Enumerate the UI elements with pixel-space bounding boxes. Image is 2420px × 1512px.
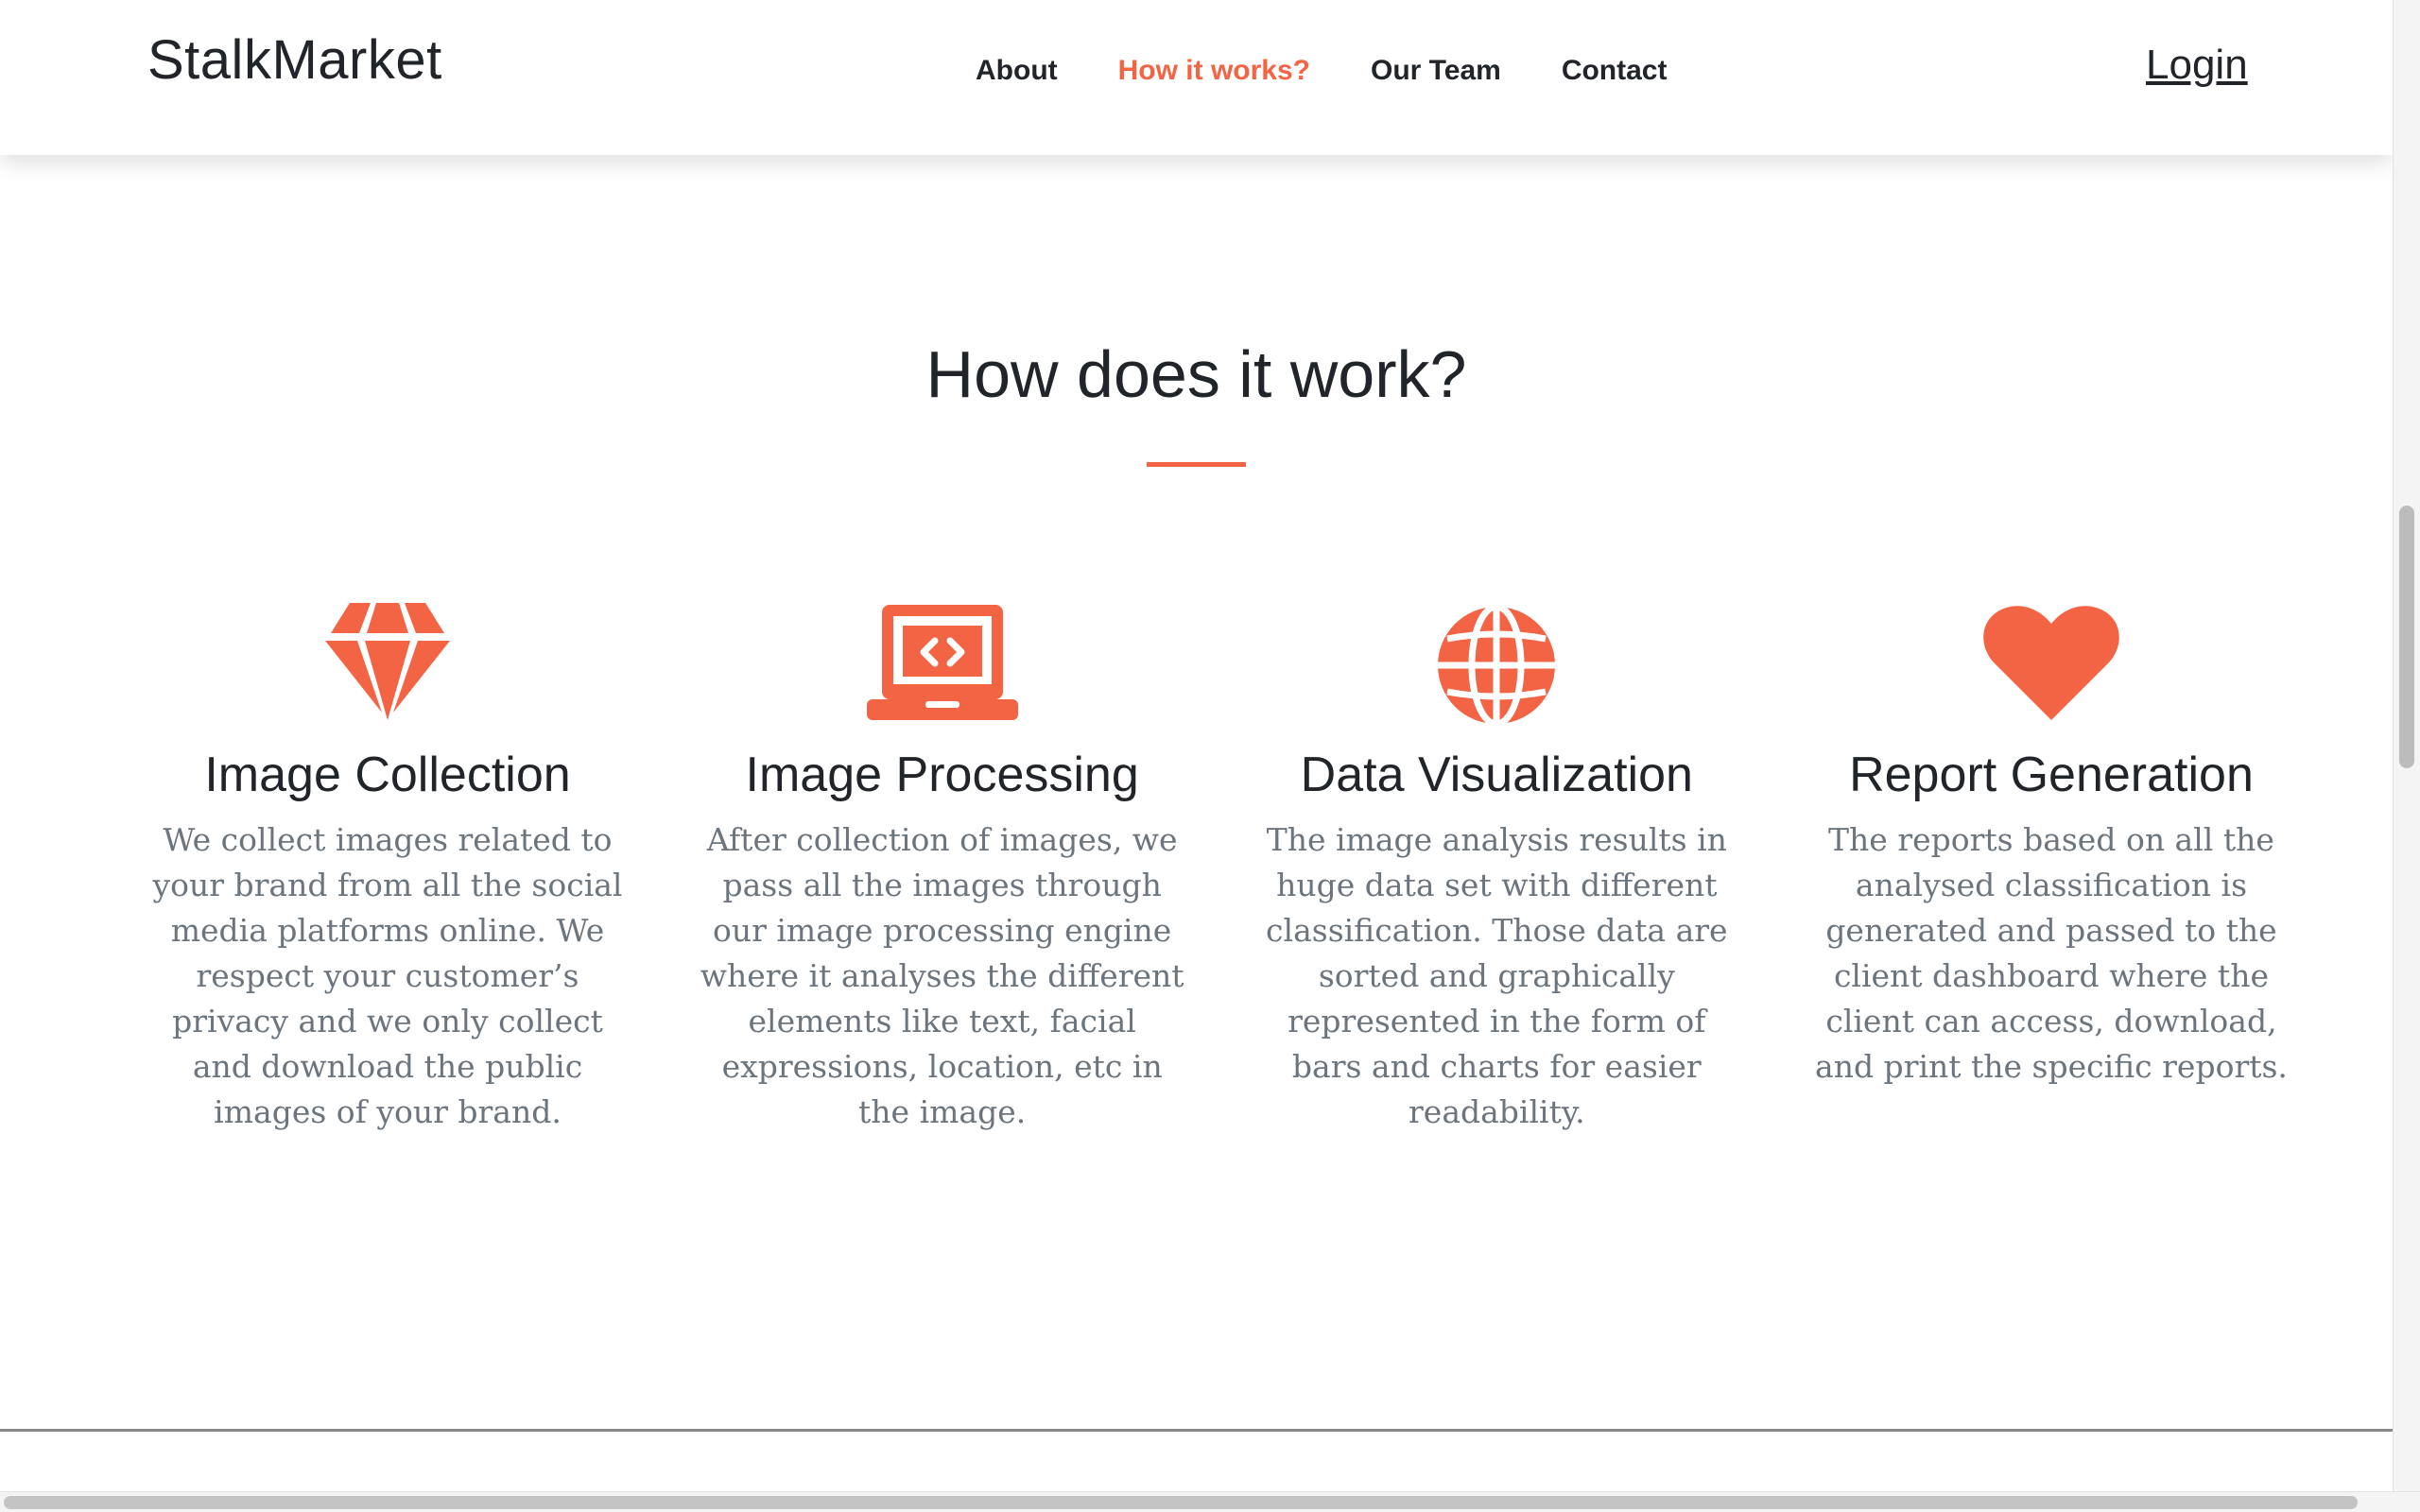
feature-title: Report Generation bbox=[1849, 747, 2254, 802]
feature-title: Image Collection bbox=[204, 747, 571, 802]
laptop-code-icon bbox=[866, 605, 1018, 720]
globe-icon bbox=[1438, 603, 1556, 728]
horizontal-scrollbar[interactable] bbox=[0, 1491, 2420, 1512]
feature-description: The image analysis results in huge data … bbox=[1266, 821, 1728, 1130]
horizontal-scrollbar-thumb[interactable] bbox=[4, 1496, 2358, 1509]
nav-link-about[interactable]: About bbox=[945, 55, 1088, 87]
navbar: StalkMarket About How it works? Our Team… bbox=[0, 0, 2393, 155]
feature-image-processing: Image Processing After collection of ima… bbox=[697, 595, 1188, 1135]
nav-link-how-it-works[interactable]: How it works? bbox=[1088, 55, 1340, 87]
heart-icon bbox=[1983, 606, 2119, 720]
feature-title: Image Processing bbox=[745, 747, 1139, 802]
feature-description: After collection of images, we pass all … bbox=[700, 821, 1184, 1130]
login-link[interactable]: Login bbox=[2146, 42, 2248, 89]
features-row: Image Collection We collect images relat… bbox=[142, 595, 2297, 1135]
gem-icon bbox=[325, 603, 450, 720]
vertical-scrollbar[interactable] bbox=[2393, 0, 2420, 1491]
browser-viewport: StalkMarket About How it works? Our Team… bbox=[0, 0, 2393, 1491]
title-divider bbox=[1147, 462, 1246, 467]
nav-link-contact[interactable]: Contact bbox=[1531, 55, 1698, 87]
nav-links: About How it works? Our Team Contact bbox=[945, 55, 1697, 87]
feature-title: Data Visualization bbox=[1300, 747, 1693, 802]
section-title: How does it work? bbox=[925, 337, 1467, 411]
vertical-scrollbar-thumb[interactable] bbox=[2399, 506, 2414, 768]
section-divider bbox=[0, 1429, 2393, 1432]
feature-description: We collect images related to your brand … bbox=[152, 821, 623, 1130]
feature-image-collection: Image Collection We collect images relat… bbox=[142, 595, 633, 1135]
brand-logo[interactable]: StalkMarket bbox=[147, 28, 442, 92]
feature-report-generation: Report Generation The reports based on a… bbox=[1806, 595, 2297, 1135]
feature-description: The reports based on all the analysed cl… bbox=[1815, 821, 2288, 1085]
feature-data-visualization: Data Visualization The image analysis re… bbox=[1251, 595, 1742, 1135]
nav-link-our-team[interactable]: Our Team bbox=[1340, 55, 1531, 87]
